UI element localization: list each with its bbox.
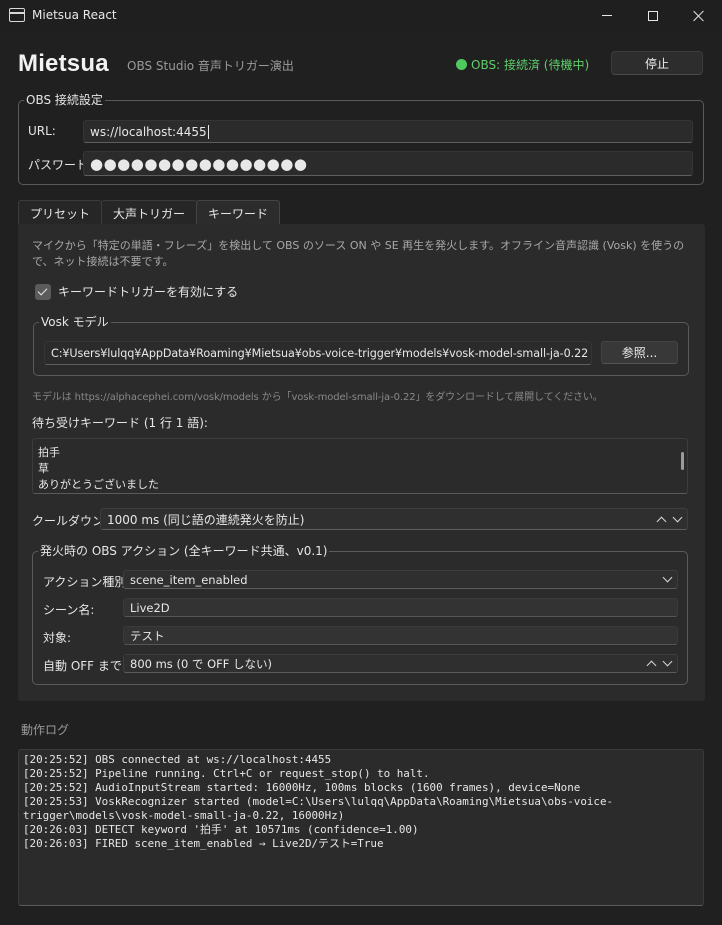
checkbox-checked-icon[interactable]: [35, 283, 51, 300]
browse-button[interactable]: 参照...: [601, 341, 678, 364]
cooldown-value: 1000 ms (同じ語の連続発火を防止): [107, 512, 305, 527]
model-path-value: C:¥Users¥lulqq¥AppData¥Roaming¥Mietsua¥o…: [51, 346, 589, 360]
keyword-line: ありがとうございました: [38, 478, 159, 491]
log-line: [20:25:52] OBS connected at ws://localho…: [23, 753, 332, 766]
keyword-list-label: 待ち受けキーワード (1 行 1 語):: [32, 416, 208, 430]
tab-bar: プリセット 大声トリガー キーワード: [18, 200, 281, 226]
tab-presets[interactable]: プリセット: [18, 200, 103, 225]
cooldown-spin-arrows[interactable]: [656, 509, 683, 529]
app-subtitle: OBS Studio 音声トリガー演出: [127, 59, 294, 73]
url-label: URL:: [28, 124, 56, 138]
obs-connection-group-title: OBS 接続設定: [24, 93, 105, 107]
close-button[interactable]: [676, 0, 722, 31]
auto-off-spin-arrows[interactable]: [646, 655, 673, 672]
vosk-model-group: Vosk モデル C:¥Users¥lulqq¥AppData¥Roaming¥…: [33, 315, 689, 376]
log-line: [20:25:52] Pipeline running. Ctrl+C or r…: [23, 767, 430, 780]
app-window-icon: [9, 8, 25, 22]
title-bar[interactable]: Mietsua React: [0, 0, 722, 31]
enable-keyword-trigger[interactable]: キーワードトリガーを有効にする: [35, 283, 238, 300]
scene-name-label: シーン名:: [43, 603, 95, 617]
password-mask: ●●●●●●●●●●●●●●●●: [90, 154, 308, 173]
close-icon: [693, 10, 705, 22]
scene-name-value: Live2D: [130, 600, 170, 615]
maximize-icon: [648, 10, 658, 21]
vosk-model-group-title: Vosk モデル: [39, 315, 111, 329]
log-line: [20:26:03] FIRED scene_item_enabled → Li…: [23, 837, 384, 850]
status-dot-icon: [456, 59, 467, 70]
log-line: trigger\models\vosk-model-small-ja-0.22,…: [23, 809, 345, 822]
obs-action-group: 発火時の OBS アクション (全キーワード共通、v0.1) アクション種別: …: [32, 544, 688, 685]
app-brand: Mietsua: [18, 50, 109, 77]
chevron-up-icon[interactable]: [656, 516, 667, 526]
model-path-field[interactable]: C:¥Users¥lulqq¥AppData¥Roaming¥Mietsua¥o…: [44, 341, 592, 365]
keyword-line: 拍手: [38, 446, 60, 459]
connection-status-text: OBS: 接続済 (待機中): [471, 58, 590, 72]
keyword-line: 草: [38, 462, 49, 475]
cooldown-spinbox[interactable]: 1000 ms (同じ語の連続発火を防止): [100, 508, 688, 530]
scene-name-field[interactable]: Live2D: [123, 598, 678, 617]
enable-keyword-label: キーワードトリガーを有効にする: [58, 285, 239, 299]
minimize-button[interactable]: [584, 0, 630, 31]
action-type-value: scene_item_enabled: [130, 572, 248, 587]
target-label: 対象:: [43, 631, 72, 645]
action-type-label: アクション種別:: [43, 575, 131, 589]
target-value: テスト: [130, 628, 165, 643]
log-line: [20:25:52] AudioInputStream started: 160…: [23, 781, 581, 794]
log-line: [20:26:03] DETECT keyword '拍手' at 10571m…: [23, 823, 419, 836]
action-type-select[interactable]: scene_item_enabled: [123, 570, 678, 589]
minimize-icon: [602, 15, 612, 16]
keyword-tab-panel: マイクから「特定の単語・フレーズ」を検出して OBS のソース ON や SE …: [18, 224, 705, 701]
keyword-list-scrollbar[interactable]: [681, 452, 684, 470]
chevron-down-icon: [662, 572, 673, 583]
text-caret: [207, 124, 209, 139]
stop-button[interactable]: 停止: [611, 51, 703, 75]
keyword-list-textarea[interactable]: 拍手 草 ありがとうございました: [32, 438, 688, 494]
tab-loud-trigger[interactable]: 大声トリガー: [101, 200, 198, 225]
password-field[interactable]: ●●●●●●●●●●●●●●●●: [83, 151, 693, 176]
auto-off-value: 800 ms (0 で OFF しない): [130, 656, 272, 671]
chevron-down-icon[interactable]: [662, 656, 673, 667]
connection-status: OBS: 接続済 (待機中): [456, 56, 589, 73]
keyword-description: マイクから「特定の単語・フレーズ」を検出して OBS のソース ON や SE …: [32, 239, 685, 268]
cooldown-label: クールダウン:: [32, 514, 109, 528]
obs-action-group-title: 発火時の OBS アクション (全キーワード共通、v0.1): [38, 544, 330, 558]
chevron-up-icon[interactable]: [646, 660, 657, 671]
url-field[interactable]: ws://localhost:4455: [83, 120, 693, 143]
window-title: Mietsua React: [32, 8, 117, 22]
action-type-arrow: [662, 571, 673, 588]
auto-off-label: 自動 OFF まで:: [43, 659, 126, 673]
chevron-down-icon[interactable]: [672, 512, 683, 522]
obs-connection-group: OBS 接続設定 URL: ws://localhost:4455 パスワード:…: [18, 93, 704, 185]
auto-off-spinbox[interactable]: 800 ms (0 で OFF しない): [123, 654, 678, 673]
url-value: ws://localhost:4455: [90, 124, 207, 139]
log-output[interactable]: [20:25:52] OBS connected at ws://localho…: [18, 749, 704, 906]
target-field[interactable]: テスト: [123, 626, 678, 645]
tab-keyword[interactable]: キーワード: [196, 200, 281, 226]
model-download-hint: モデルは https://alphacephei.com/vosk/models…: [32, 392, 603, 403]
log-line: [20:25:53] VoskRecognizer started (model…: [23, 795, 614, 808]
maximize-button[interactable]: [630, 0, 676, 31]
log-title: 動作ログ: [21, 723, 70, 737]
